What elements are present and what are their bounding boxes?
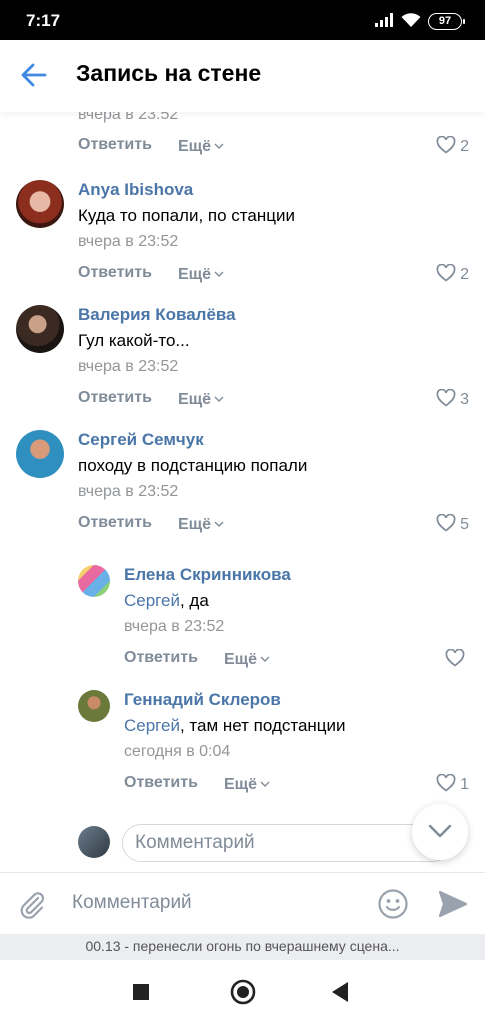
like-button[interactable]: 2 [436,135,469,156]
more-label: Ещё [178,391,212,408]
reply-text: Сергей, да [124,591,209,611]
comment-text: походу в подстанцию попали [78,456,308,475]
chevron-down-icon [260,774,270,792]
like-count: 3 [460,391,469,408]
thread-comment-input[interactable]: Комментарий [122,824,452,862]
like-button[interactable]: 3 [436,388,469,409]
avatar[interactable] [16,430,64,478]
comment-author[interactable]: Anya Ibishova [78,180,193,200]
paperclip-icon[interactable] [16,889,48,926]
like-button[interactable]: 1 [436,773,469,794]
back-triangle-icon[interactable] [332,982,348,1007]
more-button[interactable]: Ещё [178,264,224,284]
reply-button[interactable]: Ответить [78,389,152,407]
more-label: Ещё [224,776,258,793]
chevron-down-icon [214,514,224,532]
recent-apps-icon[interactable] [133,984,149,1005]
like-count: 2 [460,138,469,155]
more-button[interactable]: Ещё [178,389,224,409]
like-count: 1 [460,776,469,793]
heart-icon [436,773,460,793]
reply-button[interactable]: Ответить [124,774,198,792]
more-button[interactable]: Ещё [178,136,224,156]
heart-icon [436,135,460,155]
reply-item: Геннадий Склеров Сергей, там нет подстан… [0,686,485,811]
post-preview-bar[interactable]: 00.13 - перенесли огонь по вчерашнему сц… [0,934,485,960]
page-title: Запись на стене [76,60,262,86]
comment-text: Куда то попали, по станции [78,206,295,225]
mention-link[interactable]: Сергей [124,716,180,735]
avatar[interactable] [16,180,64,228]
comment-author[interactable]: Валерия Ковалёва [78,305,236,325]
reply-body: , там нет подстанции [179,716,346,735]
more-button[interactable]: Ещё [178,514,224,534]
more-label: Ещё [178,138,212,155]
top-app-bar: Запись на стене [0,40,485,112]
like-button[interactable]: 5 [436,513,469,534]
chevron-down-icon [260,649,270,667]
status-bar: 7:17 97 [0,0,485,40]
reply-button[interactable]: Ответить [78,264,152,282]
comment-item: Сергей Семчук походу в подстанцию попали… [0,426,485,551]
reply-time: вчера в 23:52 [124,618,225,635]
avatar [78,826,110,858]
reply-author[interactable]: Елена Скринникова [124,565,291,585]
like-button[interactable] [445,648,469,669]
heart-icon [445,648,469,668]
reply-item: Елена Скринникова Сергей, да вчера в 23:… [0,561,485,686]
comment-time: вчера в 23:52 [78,358,179,375]
heart-icon [436,513,460,533]
reply-button[interactable]: Ответить [78,136,152,154]
smile-icon[interactable] [377,888,409,925]
home-icon[interactable] [230,979,256,1010]
chevron-down-icon [214,264,224,282]
back-arrow-icon[interactable] [20,61,48,94]
comments-feed[interactable]: вчера в 23:52 Ответить Ещё 2 Anya Ibisho… [0,112,485,872]
like-button[interactable]: 2 [436,263,469,284]
mention-link[interactable]: Сергей [124,591,180,610]
reply-text: Сергей, там нет подстанции [124,716,346,736]
reply-button[interactable]: Ответить [78,514,152,532]
reply-time: сегодня в 0:04 [124,743,231,760]
reply-body: , да [179,591,209,610]
more-button[interactable]: Ещё [224,774,270,794]
send-icon[interactable] [438,890,468,923]
scroll-down-button[interactable] [412,804,468,860]
comment-author[interactable]: Сергей Семчук [78,430,204,450]
like-count: 2 [460,266,469,283]
like-count: 5 [460,516,469,533]
system-nav-bar [0,960,485,1024]
avatar[interactable] [78,565,110,597]
chevron-down-icon [428,824,452,838]
comment-item-partial: вчера в 23:52 Ответить Ещё 2 [0,112,485,168]
comment-time: вчера в 23:52 [78,112,179,123]
reply-button[interactable]: Ответить [124,649,198,667]
more-label: Ещё [224,651,258,668]
more-label: Ещё [178,516,212,533]
reply-author[interactable]: Геннадий Склеров [124,690,281,710]
comment-composer: Комментарий [0,872,485,934]
more-label: Ещё [178,266,212,283]
comment-time: вчера в 23:52 [78,483,179,500]
comment-text: Гул какой-то... [78,331,190,350]
comment-item: Anya Ibishova Куда то попали, по станции… [0,176,485,301]
comment-item: Валерия Ковалёва Гул какой-то... вчера в… [0,301,485,426]
wifi-icon [400,12,422,33]
heart-icon [436,388,460,408]
more-button[interactable]: Ещё [224,649,270,669]
comment-input[interactable]: Комментарий [72,892,192,914]
comment-time: вчера в 23:52 [78,233,179,250]
signal-icon [375,13,393,32]
heart-icon [436,263,460,283]
chevron-down-icon [214,389,224,407]
chevron-down-icon [214,136,224,154]
status-time: 7:17 [26,11,61,30]
avatar[interactable] [78,690,110,722]
avatar[interactable] [16,305,64,353]
battery-indicator: 97 [428,13,465,30]
